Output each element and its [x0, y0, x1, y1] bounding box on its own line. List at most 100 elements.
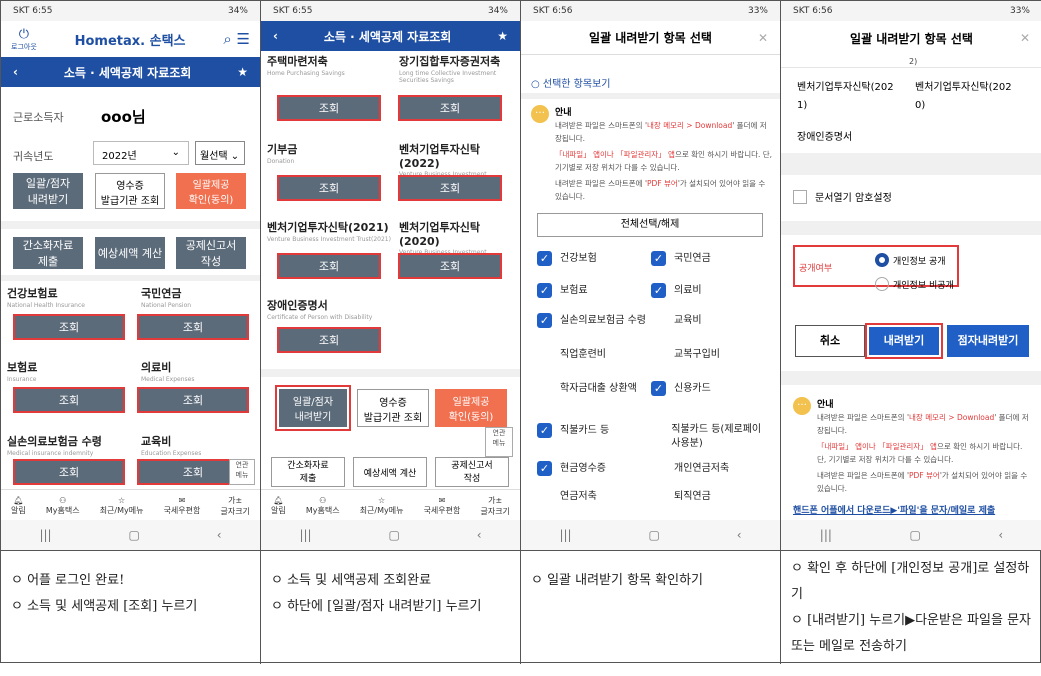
close-icon[interactable]: ✕: [758, 31, 768, 45]
checkbox-label: 국민연금: [674, 252, 711, 264]
home-icon[interactable]: ▢: [388, 528, 399, 542]
close-icon[interactable]: ✕: [1020, 31, 1030, 45]
nav-myhometax[interactable]: ⚇ My홈택스: [306, 496, 340, 516]
menu-icon[interactable]: ☰: [237, 30, 250, 48]
select-all-button[interactable]: 전체선택/해제: [537, 213, 763, 237]
receipt-issuer-button[interactable]: 영수증 발급기관 조회: [357, 389, 429, 427]
deduction-form-button[interactable]: 공제신고서 작성: [176, 237, 246, 269]
query-button[interactable]: 조회: [398, 253, 502, 279]
query-button[interactable]: 조회: [13, 387, 125, 413]
query-button[interactable]: 조회: [277, 175, 381, 201]
nav-fontsize[interactable]: 가± 글자크기: [220, 495, 249, 517]
nav-recent[interactable]: ☆ 최근/My메뉴: [100, 496, 144, 516]
logout-button[interactable]: ⏻ 로그아웃: [11, 27, 37, 52]
checkbox-item[interactable]: ✓ 건강보험: [537, 251, 649, 266]
query-button[interactable]: 조회: [137, 314, 249, 340]
checkbox-item[interactable]: 직업훈련비: [537, 347, 649, 362]
home-icon[interactable]: ▢: [128, 528, 139, 542]
bottom-nav: 🔔︎ 알림 ⚇ My홈택스 ☆ 최근/My메뉴 ✉ 국세우편함 가± 글자크기: [1, 489, 260, 521]
nav-alarm[interactable]: 🔔︎ 알림: [11, 496, 26, 516]
back-icon[interactable]: ‹: [13, 65, 18, 79]
related-menu-badge[interactable]: 연관 메뉴: [229, 459, 255, 485]
star-icon[interactable]: ★: [497, 29, 508, 43]
simplified-submit-button[interactable]: 간소화자료 제출: [13, 237, 83, 269]
checkbox-item[interactable]: 퇴직연금: [651, 489, 773, 504]
radio-public[interactable]: 개인정보 공개: [875, 253, 946, 267]
brand-logo: Hometax. 손택스: [74, 33, 186, 49]
estimate-tax-button[interactable]: 예상세액 계산: [95, 237, 165, 269]
recent-apps-icon[interactable]: |||: [299, 528, 311, 542]
query-button[interactable]: 조회: [137, 387, 249, 413]
nav-fontsize[interactable]: 가± 글자크기: [480, 495, 509, 517]
query-button[interactable]: 조회: [398, 95, 502, 121]
password-option[interactable]: 문서열기 암호설정: [793, 189, 892, 204]
query-button[interactable]: 조회: [277, 95, 381, 121]
bulk-download-button[interactable]: 일괄/점자 내려받기: [279, 389, 347, 427]
home-icon[interactable]: ▢: [648, 528, 659, 542]
query-button[interactable]: 조회: [277, 253, 381, 279]
download-guide-link[interactable]: 핸드폰 어플에서 다운로드▶'파일'을 문자/메일로 제출: [793, 503, 995, 516]
checkbox-item[interactable]: 연금저축: [537, 489, 649, 504]
item-subtitle: Insurance: [7, 376, 37, 383]
star-icon[interactable]: ★: [237, 65, 248, 79]
checkbox-empty-icon: [537, 381, 552, 396]
checkbox-item[interactable]: 교복구입비: [651, 347, 773, 362]
query-button[interactable]: 조회: [277, 327, 381, 353]
checkbox-item[interactable]: 장애인증명서: [797, 128, 852, 143]
recent-apps-icon[interactable]: |||: [39, 528, 51, 542]
nav-mailbox[interactable]: ✉ 국세우편함: [164, 496, 201, 516]
checkbox-checked-icon: ✓: [537, 313, 552, 328]
search-icon[interactable]: ⌕: [223, 30, 231, 48]
checkbox-item[interactable]: ✓ 보험료: [537, 283, 649, 298]
checkbox-item[interactable]: 직불카드 등(제로페이 사용분): [651, 423, 773, 451]
bulk-download-button[interactable]: 일괄/점자 내려받기: [13, 173, 83, 209]
receipt-issuer-button[interactable]: 영수증 발급기관 조회: [95, 173, 165, 209]
month-select-button[interactable]: 월선택 ⌄: [195, 141, 245, 165]
query-button[interactable]: 조회: [13, 314, 125, 340]
download-button[interactable]: 내려받기: [869, 327, 939, 355]
checkbox-item[interactable]: ✓ 현금영수증: [537, 461, 649, 476]
back-nav-icon[interactable]: ‹: [998, 528, 1003, 542]
checkbox-item[interactable]: 벤처기업투자신탁(202 0): [915, 79, 1035, 115]
back-icon[interactable]: ‹: [273, 29, 278, 43]
checkbox-item[interactable]: ✓ 신용카드: [651, 381, 773, 396]
home-icon[interactable]: ▢: [909, 528, 920, 542]
checkbox-label: 벤처기업투자신탁(202 1): [797, 82, 894, 111]
checkbox-item[interactable]: 교육비: [651, 313, 773, 328]
checkbox-label: 연금저축: [560, 490, 597, 502]
simplified-submit-button[interactable]: 간소화자료 제출: [271, 457, 345, 487]
checkbox-label: 교복구입비: [674, 348, 720, 360]
estimate-tax-button[interactable]: 예상세액 계산: [353, 457, 427, 487]
nav-label: 최근/My메뉴: [359, 505, 404, 515]
nav-myhometax[interactable]: ⚇ My홈택스: [46, 496, 80, 516]
radio-private[interactable]: 개인정보 비공개: [875, 277, 954, 291]
braille-download-button[interactable]: 점자내려받기: [947, 325, 1029, 357]
recent-apps-icon[interactable]: |||: [559, 528, 571, 542]
checkbox-item[interactable]: ✓ 직불카드 등: [537, 423, 649, 438]
back-nav-icon[interactable]: ‹: [217, 528, 222, 542]
year-select[interactable]: 2022년 ⌄: [93, 141, 189, 165]
query-button[interactable]: 조회: [398, 175, 502, 201]
query-button[interactable]: 조회: [13, 459, 125, 485]
recent-apps-icon[interactable]: |||: [820, 528, 832, 542]
checkbox-item[interactable]: ✓ 의료비: [651, 283, 773, 298]
back-nav-icon[interactable]: ‹: [737, 528, 742, 542]
checkbox-label: 장애인증명서: [797, 132, 853, 143]
back-nav-icon[interactable]: ‹: [477, 528, 482, 542]
nav-mailbox[interactable]: ✉ 국세우편함: [424, 496, 461, 516]
bulk-provide-button[interactable]: 일괄제공 확인(동의): [176, 173, 246, 209]
cancel-button[interactable]: 취소: [795, 325, 865, 357]
checkbox-item[interactable]: 학자금대출 상환액: [537, 381, 649, 396]
checkbox-empty-icon: [537, 489, 552, 504]
nav-recent[interactable]: ☆ 최근/My메뉴: [360, 496, 404, 516]
checkbox-item[interactable]: 개인연금저축: [651, 461, 773, 476]
nav-alarm[interactable]: 🔔︎ 알림: [271, 496, 286, 516]
fragment-text: 2): [909, 57, 918, 66]
bulk-provide-button[interactable]: 일괄제공 확인(동의): [435, 389, 507, 427]
checkbox-item[interactable]: ✓ 국민연금: [651, 251, 773, 266]
deduction-form-button[interactable]: 공제신고서 작성: [435, 457, 509, 487]
status-right: 34%: [487, 6, 508, 16]
related-menu-badge[interactable]: 연관 메뉴: [485, 427, 513, 457]
checkbox-item[interactable]: 벤처기업투자신탁(202 1): [797, 79, 907, 115]
checkbox-item[interactable]: ✓ 실손의료보험금 수령: [537, 313, 649, 328]
